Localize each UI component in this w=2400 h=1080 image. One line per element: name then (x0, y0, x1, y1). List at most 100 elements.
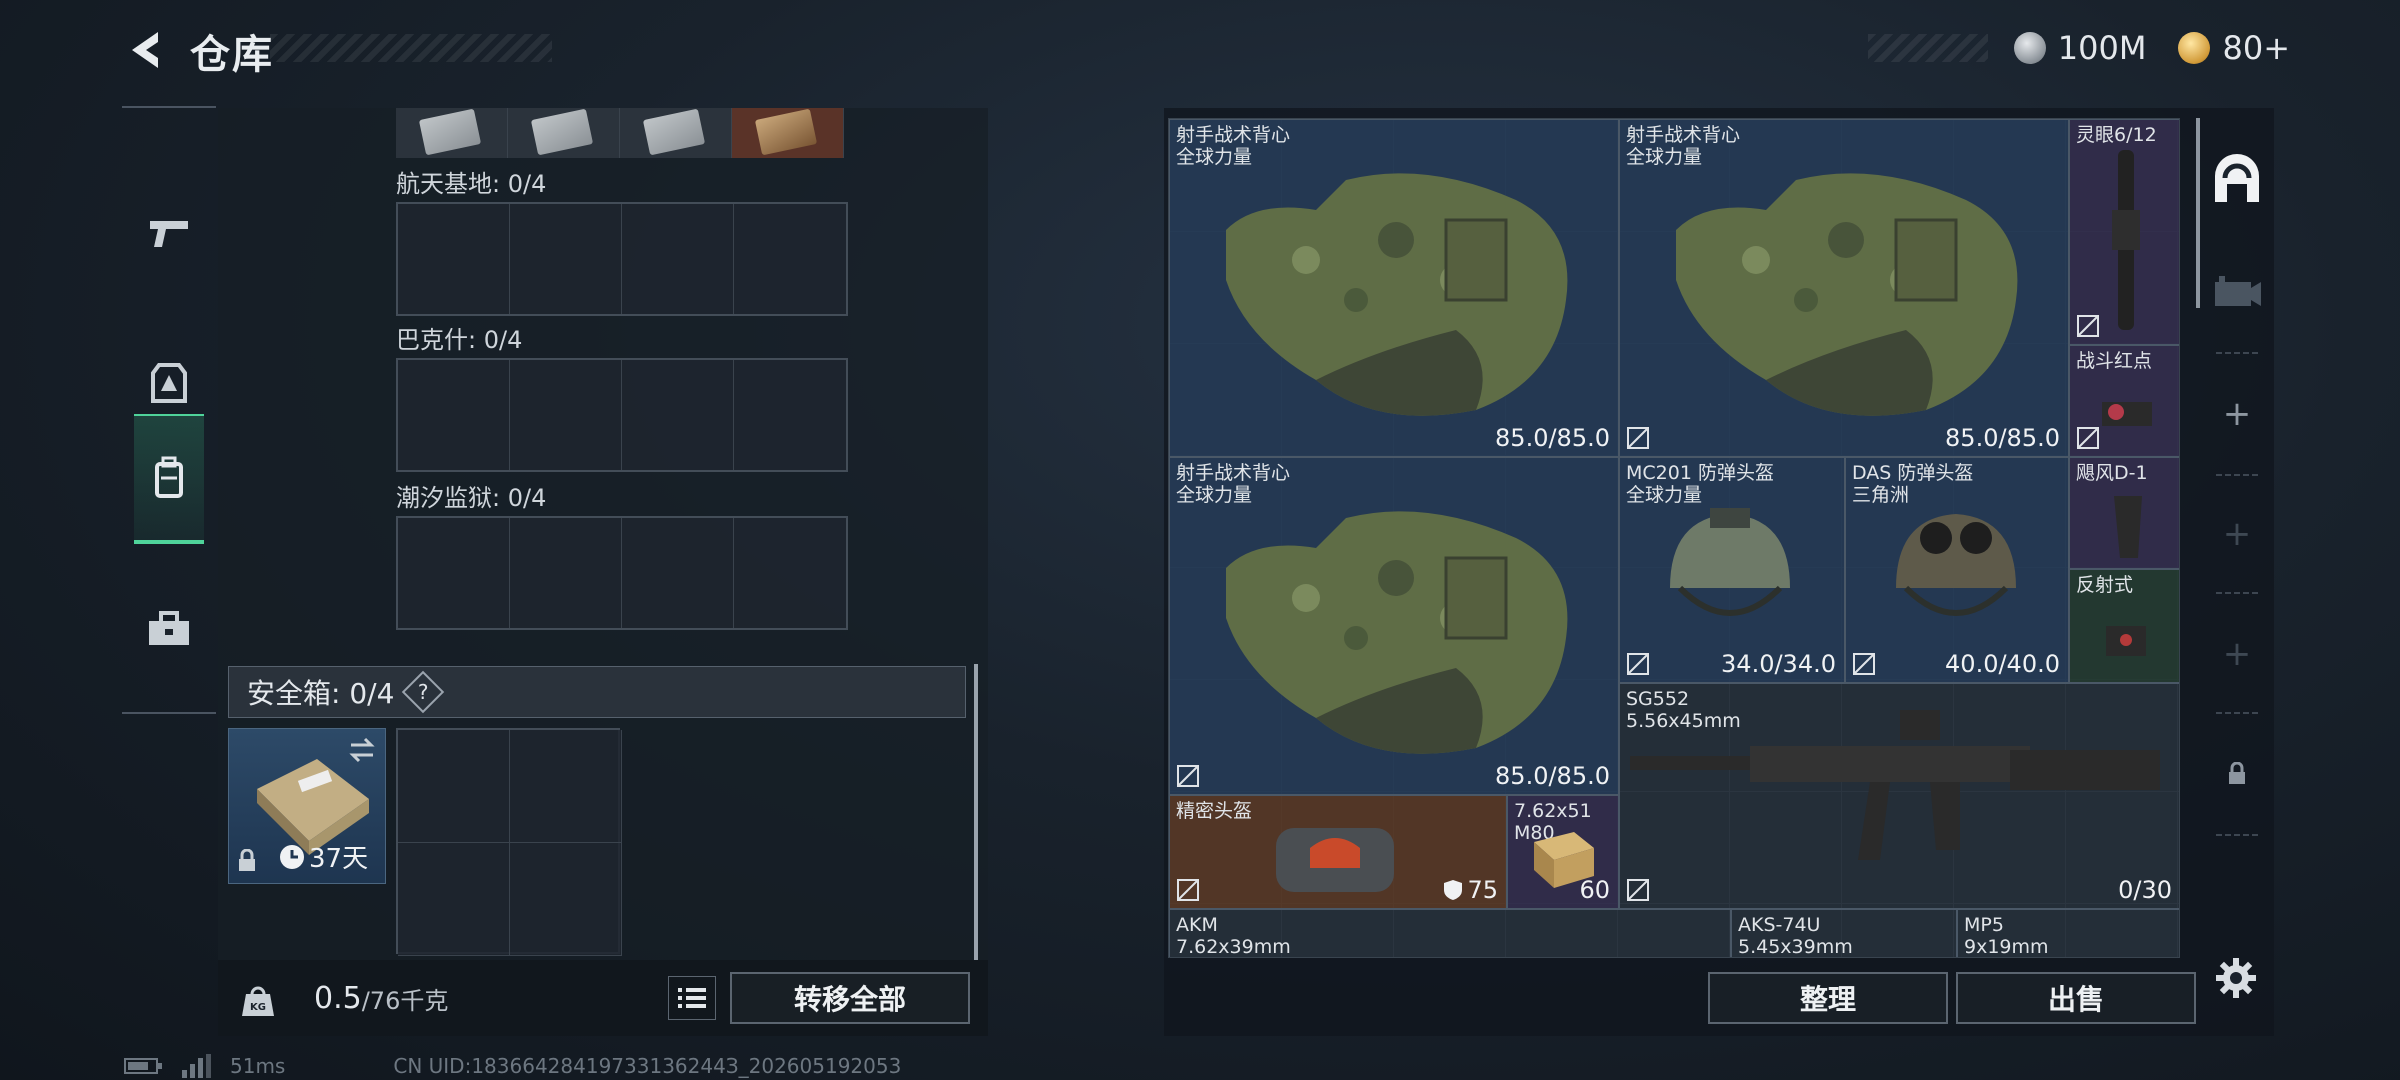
plus-icon: + (2222, 514, 2252, 554)
stash-item-helmet[interactable]: DAS 防弹头盔 三角洲 40.0/40.0 (1845, 457, 2069, 683)
stash-item-grip[interactable]: 飓风D-1 (2069, 457, 2179, 569)
item-durability: 40.0/40.0 (1945, 650, 2060, 678)
latency-text: 51ms (230, 1054, 286, 1078)
add-stash-tab-2[interactable]: + (2200, 478, 2274, 590)
grip-image (2114, 496, 2142, 558)
stash-item-red-dot[interactable]: 战斗红点 (2069, 345, 2179, 457)
gear-icon (2216, 958, 2256, 998)
stash-item-scope[interactable]: 灵眼6/12 (2069, 119, 2179, 345)
empty-slot[interactable] (398, 204, 510, 314)
stash-tab-equipment[interactable] (2200, 236, 2274, 348)
tab-divider (2216, 352, 2258, 354)
svg-text:KG: KG (250, 1002, 266, 1013)
category-nav (122, 106, 216, 714)
safe-box-header: 安全箱: 0/4 ? (228, 666, 966, 718)
settings-button[interactable] (2210, 952, 2262, 1004)
pistol-icon (150, 221, 188, 247)
red-dot-sight-image (2102, 402, 2152, 426)
stash-item-rifle[interactable]: SG552 5.56x45mm 0/30 (1619, 683, 2179, 909)
clock-icon (280, 844, 304, 869)
map-slot-grid-bakshi (396, 358, 848, 472)
silver-coin-icon (2013, 32, 2046, 64)
item-name: MP5 9x19mm (1964, 914, 2049, 958)
stash-item-aks74u[interactable]: AKS-74U 5.45x39mm (1731, 909, 1957, 958)
lock-icon (239, 849, 255, 871)
slot-item[interactable] (396, 108, 508, 158)
safe-box-label: 安全箱: 0/4 (247, 677, 395, 710)
slot-item[interactable] (508, 108, 620, 158)
nav-backpack[interactable] (134, 414, 204, 544)
slot-item[interactable] (620, 108, 732, 158)
back-button[interactable] (118, 22, 174, 78)
empty-slot[interactable] (622, 204, 734, 314)
uid-text: CN UID:18366428419733136244З_20260519205… (393, 1054, 902, 1078)
empty-slot[interactable] (734, 204, 846, 314)
empty-slot[interactable] (510, 360, 622, 470)
shield-icon (1444, 880, 1463, 900)
empty-slot[interactable] (510, 518, 622, 628)
locked-stash-tab[interactable] (2200, 718, 2274, 830)
title-decoration (270, 34, 552, 62)
help-icon[interactable]: ? (402, 670, 445, 714)
item-name: AKS-74U 5.45x39mm (1738, 914, 1853, 958)
item-durability: 34.0/34.0 (1721, 650, 1836, 678)
add-stash-tab-1[interactable]: + (2200, 358, 2274, 470)
stash-item-ammo[interactable]: 7.62x51 M80 60 (1507, 795, 1619, 909)
stash-tabs: + + + (2200, 108, 2274, 928)
empty-slot[interactable] (510, 730, 622, 843)
add-stash-tab-3[interactable]: + (2200, 598, 2274, 710)
safe-box-slots (396, 728, 622, 956)
swap-icon (349, 737, 375, 763)
stash-tab-main[interactable] (2200, 124, 2274, 236)
empty-slot[interactable] (398, 843, 510, 956)
empty-slot[interactable] (398, 730, 510, 843)
item-durability: 85.0/85.0 (1495, 424, 1610, 452)
empty-slot[interactable] (510, 204, 622, 314)
stash-item-akm[interactable]: AKM 7.62x39mm (1169, 909, 1731, 957)
empty-slot[interactable] (398, 518, 510, 628)
list-view-button[interactable] (668, 976, 716, 1020)
transfer-all-button[interactable]: 转移全部 (730, 972, 970, 1024)
empty-slot[interactable] (622, 518, 734, 628)
toolbox-icon (149, 611, 189, 645)
bag-image (1276, 828, 1394, 892)
backpack-icon (155, 456, 183, 498)
currency-bar: 100M 80+ (2013, 28, 2290, 68)
stash-item-vest[interactable]: 射手战术背心 全球力量 85.0/85.0 (1169, 457, 1619, 795)
sort-button[interactable]: 整理 (1708, 972, 1948, 1024)
tab-divider (2216, 592, 2258, 594)
tab-divider (2216, 712, 2258, 714)
nav-weapons[interactable] (134, 168, 204, 298)
stash-item-vest[interactable]: 射手战术背心 全球力量 85.0/85.0 (1169, 119, 1619, 457)
stash-item-helmet[interactable]: MC201 防弹头盔 全球力量 34.0/34.0 (1619, 457, 1845, 683)
safe-box-duration: 37天 (279, 838, 368, 875)
empty-slot[interactable] (398, 360, 510, 470)
weight-icon: KG (242, 986, 274, 1016)
scope-image (2112, 150, 2140, 330)
item-count: 60 (1579, 876, 1610, 904)
signal-icon (182, 1054, 211, 1078)
top-slot-row (396, 108, 846, 158)
stash-item-mp5[interactable]: MP5 9x19mm (1957, 909, 2179, 958)
safe-box-item[interactable]: 37天 (228, 728, 386, 884)
back-arrow-icon (132, 32, 158, 68)
weight-current: 0.5 (314, 980, 362, 1016)
stash-item-precision-helmet[interactable]: 精密头盔 75 (1169, 795, 1507, 909)
slot-item[interactable] (732, 108, 844, 158)
stash-item-vest[interactable]: 射手战术背心 全球力量 85.0/85.0 (1619, 119, 2069, 457)
no-trade-icon (1627, 653, 1649, 675)
currency-decoration (1868, 34, 1988, 62)
empty-slot[interactable] (510, 843, 622, 956)
item-durability-wrap: 75 (1443, 876, 1498, 904)
page-title: 仓库 (190, 32, 274, 78)
empty-slot[interactable] (622, 360, 734, 470)
item-name: 灵眼6/12 (2076, 124, 2157, 146)
empty-slot[interactable] (734, 360, 846, 470)
tactical-vest-image (1226, 511, 1568, 754)
backpack-scrollbar[interactable] (974, 664, 978, 960)
sell-button[interactable]: 出售 (1956, 972, 2196, 1024)
no-trade-icon (1853, 653, 1875, 675)
empty-slot[interactable] (734, 518, 846, 628)
nav-toolbox[interactable] (134, 564, 204, 694)
stash-item-reflex-sight[interactable]: 反射式 (2069, 569, 2179, 683)
